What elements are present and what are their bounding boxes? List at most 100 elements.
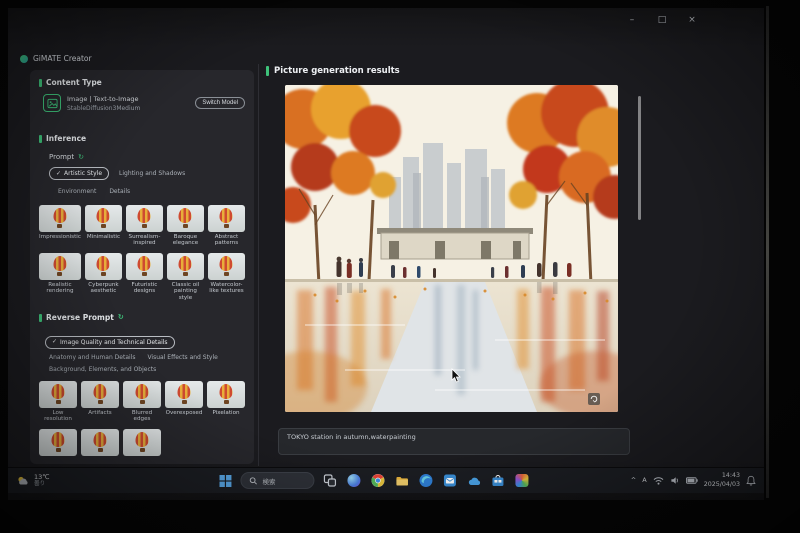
balloon-thumbnail xyxy=(39,205,81,232)
reverse-style-option[interactable] xyxy=(39,428,77,456)
reverse-categories-2: Background, Elements, and Objects xyxy=(49,366,245,373)
search-icon xyxy=(249,476,257,485)
style-option[interactable]: Futuristic designs xyxy=(125,252,163,301)
windows-start-button[interactable] xyxy=(216,472,233,489)
balloon-thumbnail xyxy=(166,205,204,232)
balloon-thumbnail xyxy=(81,380,119,408)
category-image-quality[interactable]: ✓ Image Quality and Technical Details xyxy=(45,335,175,349)
balloon-thumbnail xyxy=(207,252,245,280)
tab-label: Artistic Style xyxy=(64,170,103,177)
refresh-icon[interactable]: ↻ xyxy=(78,153,84,161)
balloon-thumbnail xyxy=(125,205,163,232)
style-option[interactable]: Surrealism-inspired xyxy=(125,205,163,247)
switch-model-button[interactable]: Switch Model xyxy=(195,97,245,109)
category-background[interactable]: Background, Elements, and Objects xyxy=(49,366,156,373)
prompt-input[interactable]: TOKYO station in autumn,waterpainting xyxy=(278,428,630,455)
category-visual-effects[interactable]: Visual Effects and Style xyxy=(147,354,217,361)
chrome-icon[interactable] xyxy=(369,472,386,489)
close-button[interactable]: × xyxy=(686,15,698,25)
battery-icon[interactable] xyxy=(685,477,698,484)
category-anatomy[interactable]: Anatomy and Human Details xyxy=(49,354,135,361)
watercolor-tokyo-autumn xyxy=(285,85,618,412)
reverse-style-option[interactable] xyxy=(81,428,119,456)
style-option[interactable]: Watercolor-like textures xyxy=(207,252,245,301)
model-name: StableDiffusion3Medium xyxy=(67,104,141,112)
app-title: GiMATE Creator xyxy=(33,54,92,63)
file-explorer-icon[interactable] xyxy=(393,472,410,489)
search-box[interactable]: 検索 xyxy=(240,472,315,489)
style-option[interactable]: Minimalistic xyxy=(84,205,122,247)
volume-icon[interactable] xyxy=(670,476,680,485)
store-icon[interactable] xyxy=(489,472,506,489)
tab-artistic-style[interactable]: ✓ Artistic Style xyxy=(49,167,110,180)
style-label: Overexposed xyxy=(165,409,203,416)
generated-image xyxy=(285,85,618,412)
reverse-style-option[interactable]: Pixelation xyxy=(207,380,245,423)
system-tray: ^ A 14:43 2025/04/03 xyxy=(631,468,756,493)
taskbar-center: 検索 xyxy=(216,468,530,493)
style-option[interactable]: Abstract patterns xyxy=(207,205,245,247)
mail-icon[interactable] xyxy=(441,472,458,489)
hot-air-balloon-icon xyxy=(137,255,151,271)
inference-title: Inference xyxy=(46,134,87,143)
edge-icon[interactable] xyxy=(417,472,434,489)
tab-lighting-shadows[interactable]: Lighting and Shadows xyxy=(116,168,188,179)
app-header: GiMATE Creator xyxy=(20,54,92,63)
onedrive-icon[interactable] xyxy=(465,472,482,489)
style-option[interactable]: Realistic rendering xyxy=(39,252,81,301)
clock[interactable]: 14:43 2025/04/03 xyxy=(704,472,740,488)
prompt-tabs-2: Environment Details xyxy=(55,186,245,197)
style-option[interactable]: Cyberpunk aesthetic xyxy=(84,252,122,301)
task-view-icon[interactable] xyxy=(321,472,338,489)
maximize-button[interactable]: □ xyxy=(656,15,668,25)
reverse-style-option[interactable]: Blurred edges xyxy=(123,380,161,423)
photos-icon[interactable] xyxy=(513,472,530,489)
date: 2025/04/03 xyxy=(703,480,740,488)
reverse-category-selected: ✓ Image Quality and Technical Details xyxy=(45,328,245,349)
scrollbar[interactable] xyxy=(638,96,641,220)
balloon-thumbnail xyxy=(207,380,245,408)
hot-air-balloon-icon xyxy=(96,255,110,271)
style-label: Blurred edges xyxy=(131,409,153,423)
notification-bell-icon[interactable] xyxy=(746,475,756,486)
wifi-icon[interactable] xyxy=(653,476,664,485)
style-label: Low resolution xyxy=(44,409,72,423)
ime-indicator[interactable]: A xyxy=(642,477,646,484)
balloon-thumbnail xyxy=(123,380,161,408)
tab-environment[interactable]: Environment xyxy=(55,186,99,197)
hot-air-balloon-icon xyxy=(135,383,149,399)
gimate-logo-icon xyxy=(20,54,28,63)
style-label: Artifacts xyxy=(88,409,112,416)
style-label: Minimalistic xyxy=(86,234,121,240)
style-label: Pixelation xyxy=(212,409,240,416)
balloon-thumbnail xyxy=(84,205,122,232)
style-option[interactable]: Baroque elegance xyxy=(166,205,204,247)
reverse-style-option[interactable]: Overexposed xyxy=(165,380,203,423)
hot-air-balloon-icon xyxy=(53,255,67,271)
image-action-icon[interactable] xyxy=(588,393,600,405)
prompt-tabs: ✓ Artistic Style Lighting and Shadows xyxy=(49,167,245,180)
style-option[interactable]: Impressionistic xyxy=(39,205,81,247)
desktop-screen: – □ × GiMATE Creator Content Type Image … xyxy=(8,8,764,500)
hot-air-balloon-icon xyxy=(178,208,192,223)
weather-widget[interactable]: 13℃ 曇り xyxy=(16,468,50,493)
reverse-style-option[interactable]: Low resolution xyxy=(39,380,77,423)
style-option[interactable]: Classic oil painting style xyxy=(166,252,204,301)
copilot-icon[interactable] xyxy=(345,472,362,489)
sidebar: Content Type Image | Text-to-Image Stabl… xyxy=(30,70,254,464)
hot-air-balloon-icon xyxy=(53,208,67,223)
refresh-icon[interactable]: ↻ xyxy=(118,314,124,321)
chevron-up-icon[interactable]: ^ xyxy=(631,477,636,484)
tab-details[interactable]: Details xyxy=(106,186,133,197)
accent-bar xyxy=(266,66,269,76)
panel-divider xyxy=(258,64,259,466)
hot-air-balloon-icon xyxy=(177,383,191,399)
balloon-thumbnail xyxy=(84,252,122,280)
balloon-thumbnail xyxy=(125,252,163,280)
style-label: Futuristic designs xyxy=(131,281,158,295)
accent-bar xyxy=(39,313,42,322)
reverse-style-option[interactable]: Artifacts xyxy=(81,380,119,423)
minimize-button[interactable]: – xyxy=(626,15,638,25)
reverse-style-option[interactable] xyxy=(123,428,161,456)
balloon-thumbnail xyxy=(39,380,77,408)
